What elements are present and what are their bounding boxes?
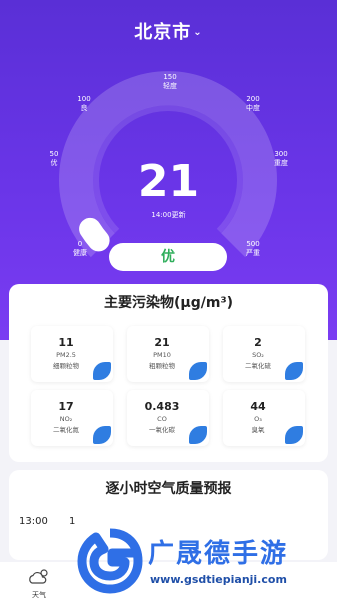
forecast-value: 1 [69, 516, 76, 527]
tab-weather-label: 天气 [32, 591, 46, 599]
pollutant-pm10[interactable]: 21 PM10 粗颗粒物 [127, 326, 209, 382]
leaf-icon [93, 362, 111, 380]
leaf-icon [93, 426, 111, 444]
pollutants-title: 主要污染物(μg/m³) [104, 295, 233, 311]
leaf-icon [285, 426, 303, 444]
tick-150: 150 轻度 [163, 73, 177, 90]
watermark: 广晟德手游 www.gsdtiepianji.com [76, 523, 337, 600]
tick-500: 500 严重 [246, 240, 260, 257]
tick-200: 200 中度 [246, 95, 260, 112]
cloud-sun-icon [29, 569, 48, 584]
forecast-hour: 13:00 [19, 516, 48, 527]
aqi-level-badge: 优 [109, 243, 227, 271]
watermark-url: www.gsdtiepianji.com [150, 573, 287, 586]
pollutants-card: 主要污染物(μg/m³) 11 PM2.5 细颗粒物 21 PM10 粗颗粒物 2 SO₂… [9, 284, 328, 462]
pollutant-so2[interactable]: 2 SO₂ 二氧化硫 [223, 326, 305, 382]
update-time: 14:00更新 [151, 211, 186, 219]
leaf-icon [189, 426, 207, 444]
pollutant-co[interactable]: 0.483 CO 一氧化碳 [127, 390, 209, 446]
pollutant-no2[interactable]: 17 NO₂ 二氧化氮 [31, 390, 113, 446]
tick-0: 0 健康 [73, 240, 87, 257]
watermark-name: 广晟德手游 [148, 539, 289, 569]
watermark-logo-icon [77, 528, 143, 594]
pollutant-pm25[interactable]: 11 PM2.5 细颗粒物 [31, 326, 113, 382]
aqi-value: 21 [137, 156, 200, 207]
leaf-icon [189, 362, 207, 380]
leaf-icon [285, 362, 303, 380]
gauge-value-arc [79, 217, 110, 252]
tick-100: 100 良 [77, 95, 91, 112]
pollutant-o3[interactable]: 44 O₃ 臭氧 [223, 390, 305, 446]
tab-weather[interactable]: 天气 [24, 568, 54, 600]
forecast-title: 逐小时空气质量预报 [105, 481, 232, 497]
